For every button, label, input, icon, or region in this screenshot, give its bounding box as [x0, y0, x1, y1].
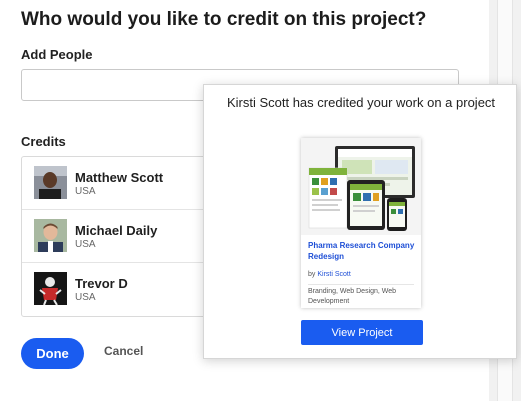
- person-location: USA: [75, 292, 96, 303]
- by-line: by Kirsti Scott: [308, 271, 351, 278]
- person-location: USA: [75, 239, 96, 250]
- popup-heading: Kirsti Scott has credited your work on a…: [226, 95, 496, 110]
- person-location: USA: [75, 186, 96, 197]
- done-button[interactable]: Done: [21, 338, 84, 369]
- add-people-label: Add People: [21, 47, 93, 62]
- person-name: Michael Daily: [75, 223, 158, 238]
- credit-notification-popup: Kirsti Scott has credited your work on a…: [203, 84, 517, 359]
- cancel-button[interactable]: Cancel: [104, 344, 143, 358]
- project-tags: Branding, Web Design, Web Development: [308, 288, 397, 305]
- project-card[interactable]: Pharma Research Company Redesign by Kirs…: [301, 138, 421, 308]
- author-link[interactable]: Kirsti Scott: [317, 271, 350, 278]
- by-prefix: by: [308, 271, 316, 278]
- view-project-button[interactable]: View Project: [301, 320, 423, 345]
- avatar: [34, 272, 67, 305]
- project-title-link[interactable]: Pharma Research Company Redesign: [308, 240, 416, 262]
- avatar: [34, 166, 67, 199]
- avatar: [34, 219, 67, 252]
- dialog-title: Who would you like to credit on this pro…: [21, 9, 427, 30]
- person-name: Matthew Scott: [75, 170, 164, 185]
- person-name: Trevor D: [75, 276, 128, 291]
- project-thumbnail: [301, 138, 421, 235]
- card-divider: [308, 284, 414, 285]
- credits-label: Credits: [21, 134, 66, 149]
